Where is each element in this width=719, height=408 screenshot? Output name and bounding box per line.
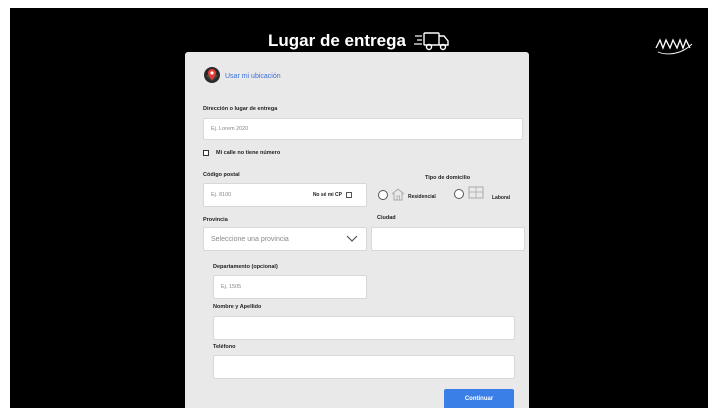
laboral-label: Laboral [492,195,511,201]
province-label: Provincia [203,217,228,223]
no-number-checkbox[interactable] [203,150,209,156]
unknown-cp-checkbox[interactable] [346,192,352,198]
province-placeholder: Seleccione una provincia [211,235,289,243]
radio-laboral[interactable] [454,189,464,199]
app-screen: Lugar de entrega Usar mi ubicación Direc… [10,8,708,408]
unknown-cp-label: No sé mi CP [312,192,342,198]
fullname-label: Nombre y Apellido [213,304,262,310]
radio-residencial[interactable] [378,190,388,200]
phone-input[interactable] [213,355,515,379]
city-input[interactable] [371,227,525,251]
brand-logo [655,38,693,55]
page-title: Lugar de entrega [268,31,406,50]
continue-button[interactable]: Continuar [444,389,514,408]
unknown-cp-toggle[interactable]: No sé mi CP [313,184,352,206]
province-select[interactable]: Seleccione una provincia [203,227,367,251]
apartment-input[interactable]: Ej. 1505 [213,275,367,299]
domicile-label: Tipo de domicilio [425,175,471,181]
phone-label: Teléfono [213,344,236,350]
truck-icon [413,32,449,51]
location-pin-icon [204,67,220,83]
delivery-form: Usar mi ubicación Dirección o lugar de e… [185,52,529,408]
house-icon [391,188,405,201]
apartment-placeholder: Ej. 1505 [221,284,242,290]
use-location-link[interactable]: Usar mi ubicación [225,73,281,80]
use-location-row[interactable]: Usar mi ubicación [203,66,281,86]
address-input[interactable]: Ej. Lorem 2020 [203,118,523,140]
address-placeholder: Ej. Lorem 2020 [211,126,249,132]
chevron-down-icon [346,235,358,242]
apartment-label: Departamento (opcional) [213,264,278,270]
postal-label: Código postal [203,172,240,178]
postal-placeholder: Ej. 8100 [211,192,232,198]
postal-input[interactable]: Ej. 8100 No sé mi CP [203,183,367,207]
building-icon [468,186,484,199]
address-label: Dirección o lugar de entrega [203,106,278,112]
fullname-input[interactable] [213,316,515,340]
city-label: Ciudad [377,215,396,221]
residencial-label: Residencial [408,194,436,200]
no-number-label: Mi calle no tiene número [216,150,281,156]
